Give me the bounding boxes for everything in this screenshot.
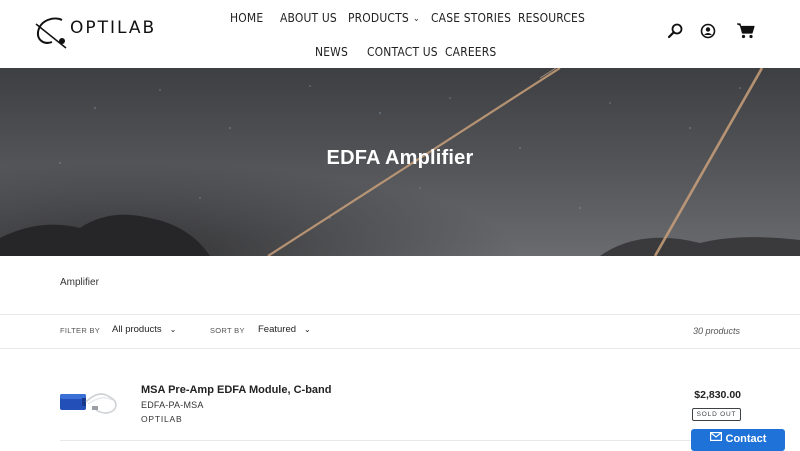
optilab-logo[interactable]: OPTILAB <box>32 10 154 54</box>
product-count: 30 products <box>692 326 740 336</box>
chevron-down-icon: ⌄ <box>169 325 177 334</box>
nav-products-label: PRODUCTS <box>348 10 409 25</box>
site-header: OPTILAB HOME ABOUT US PRODUCTS ⌄ CASE STO… <box>0 0 800 68</box>
product-title[interactable]: MSA Pre-Amp EDFA Module, C-band <box>141 384 331 396</box>
chevron-down-icon: ⌄ <box>413 14 420 24</box>
envelope-icon <box>709 428 722 448</box>
logo-text: OPTILAB <box>70 18 157 38</box>
filter-select-value: All products <box>112 324 162 335</box>
product-vendor: OPTILAB <box>141 414 183 424</box>
contact-button[interactable]: Contact <box>691 429 785 451</box>
chevron-down-icon: ⌄ <box>304 325 311 334</box>
search-icon[interactable] <box>666 22 686 42</box>
nav-home[interactable]: HOME <box>230 10 263 25</box>
nav-about-us[interactable]: ABOUT US <box>280 10 337 25</box>
nav-resources[interactable]: RESOURCES <box>518 10 585 25</box>
sort-by-label: SORT BY <box>210 326 245 335</box>
product-sku: EDFA-PA-MSA <box>141 400 204 410</box>
filter-by-label: FILTER BY <box>60 326 101 335</box>
collection-description: Amplifier <box>60 277 99 288</box>
product-image[interactable] <box>58 384 126 420</box>
sort-select-value: Featured <box>258 324 297 335</box>
nav-case-stories[interactable]: CASE STORIES <box>431 10 511 25</box>
cart-icon[interactable] <box>736 22 756 42</box>
product-row-divider <box>60 440 740 441</box>
nav-products[interactable]: PRODUCTS ⌄ <box>348 10 420 25</box>
collection-hero-banner: EDFA Amplifier <box>0 68 800 256</box>
account-icon[interactable] <box>699 22 719 42</box>
logo-swoosh-icon <box>35 17 67 49</box>
contact-button-label: Contact <box>725 433 767 445</box>
sort-select[interactable]: Featured ⌄ <box>258 324 311 335</box>
filter-bar-divider-top <box>0 314 800 315</box>
collection-title: EDFA Amplifier <box>326 147 474 169</box>
product-price: $2,830.00 <box>694 389 741 401</box>
filter-bar-divider-bottom <box>0 348 800 349</box>
nav-contact-us[interactable]: CONTACT US <box>367 44 438 59</box>
nav-news[interactable]: NEWS <box>315 44 348 59</box>
filter-select[interactable]: All products ⌄ <box>112 324 176 335</box>
nav-careers[interactable]: CAREERS <box>445 44 496 59</box>
sold-out-badge: SOLD OUT <box>692 408 741 421</box>
